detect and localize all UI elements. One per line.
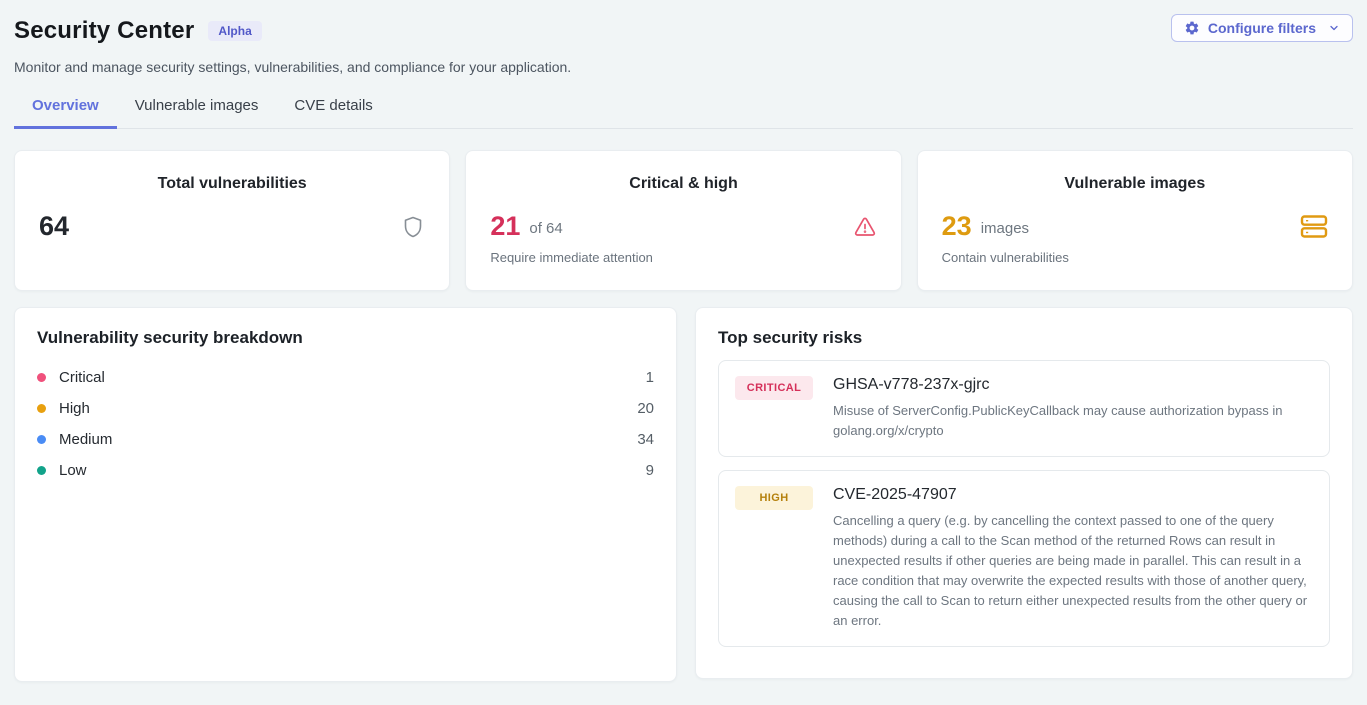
gear-icon	[1184, 20, 1200, 36]
critical-high-suffix: of 64	[529, 216, 562, 237]
tab-cve-details[interactable]: CVE details	[276, 97, 390, 129]
security-center-page: Security Center Alpha Configure filters …	[0, 0, 1367, 682]
stat-card-title: Vulnerable images	[942, 175, 1328, 193]
alpha-badge: Alpha	[208, 21, 261, 41]
risks-title: Top security risks	[718, 328, 1330, 348]
high-dot-icon	[37, 404, 46, 413]
top-security-risks-panel: Top security risks CRITICAL GHSA-v778-23…	[695, 307, 1353, 679]
server-stack-icon	[1300, 213, 1328, 240]
legend-value: 34	[637, 431, 654, 448]
severity-badge-critical: CRITICAL	[735, 376, 813, 400]
risk-id: CVE-2025-47907	[833, 486, 1313, 504]
legend-item-critical: Critical 1	[37, 362, 654, 393]
legend-value: 9	[646, 462, 654, 479]
warning-triangle-icon	[853, 215, 877, 239]
severity-badge-high: HIGH	[735, 486, 813, 510]
critical-high-subtext: Require immediate attention	[490, 250, 876, 265]
breakdown-legend: Critical 1 High 20 Medium 34 Low 9	[37, 362, 654, 486]
stat-card-title: Critical & high	[490, 175, 876, 193]
risk-id: GHSA-v778-237x-gjrc	[833, 376, 1313, 394]
critical-dot-icon	[37, 373, 46, 382]
legend-label: Critical	[59, 369, 105, 386]
legend-label: High	[59, 400, 90, 417]
legend-item-medium: Medium 34	[37, 424, 654, 455]
tab-bar: Overview Vulnerable images CVE details	[14, 97, 1353, 129]
risk-description: Cancelling a query (e.g. by cancelling t…	[833, 511, 1313, 631]
stat-cards-row: Total vulnerabilities 64 Critical & high…	[14, 150, 1353, 291]
vulnerable-images-suffix: images	[981, 216, 1029, 237]
page-header: Security Center Alpha	[14, 17, 1353, 45]
legend-item-high: High 20	[37, 393, 654, 424]
configure-filters-label: Configure filters	[1208, 20, 1316, 36]
tab-vulnerable-images[interactable]: Vulnerable images	[117, 97, 277, 129]
risk-list: CRITICAL GHSA-v778-237x-gjrc Misuse of S…	[718, 360, 1330, 658]
page-subtitle: Monitor and manage security settings, vu…	[14, 59, 1353, 75]
stat-card-total-vulnerabilities: Total vulnerabilities 64	[14, 150, 450, 291]
vulnerable-images-subtext: Contain vulnerabilities	[942, 250, 1328, 265]
page-title: Security Center	[14, 17, 194, 45]
breakdown-title: Vulnerability security breakdown	[37, 328, 654, 348]
vulnerable-images-value: 23	[942, 213, 972, 240]
legend-item-low: Low 9	[37, 455, 654, 486]
panels-row: Vulnerability security breakdown Critica…	[14, 307, 1353, 682]
medium-dot-icon	[37, 435, 46, 444]
shield-icon	[401, 214, 425, 240]
legend-value: 1	[646, 369, 654, 386]
legend-label: Low	[59, 462, 87, 479]
critical-high-value: 21	[490, 213, 520, 240]
configure-filters-button[interactable]: Configure filters	[1171, 14, 1353, 42]
stat-card-title: Total vulnerabilities	[39, 175, 425, 193]
chevron-down-icon	[1328, 22, 1340, 34]
stat-card-vulnerable-images: Vulnerable images 23 images Contain vuln…	[917, 150, 1353, 291]
stat-card-critical-high: Critical & high 21 of 64 Require immedia…	[465, 150, 901, 291]
low-dot-icon	[37, 466, 46, 475]
legend-label: Medium	[59, 431, 112, 448]
total-vulnerabilities-value: 64	[39, 213, 69, 240]
risk-description: Misuse of ServerConfig.PublicKeyCallback…	[833, 401, 1313, 441]
risk-item-cve-2025-47907[interactable]: HIGH CVE-2025-47907 Cancelling a query (…	[718, 470, 1330, 647]
tab-overview[interactable]: Overview	[14, 97, 117, 129]
risk-item-ghsa-v778-237x-gjrc[interactable]: CRITICAL GHSA-v778-237x-gjrc Misuse of S…	[718, 360, 1330, 457]
vulnerability-breakdown-panel: Vulnerability security breakdown Critica…	[14, 307, 677, 682]
legend-value: 20	[637, 400, 654, 417]
